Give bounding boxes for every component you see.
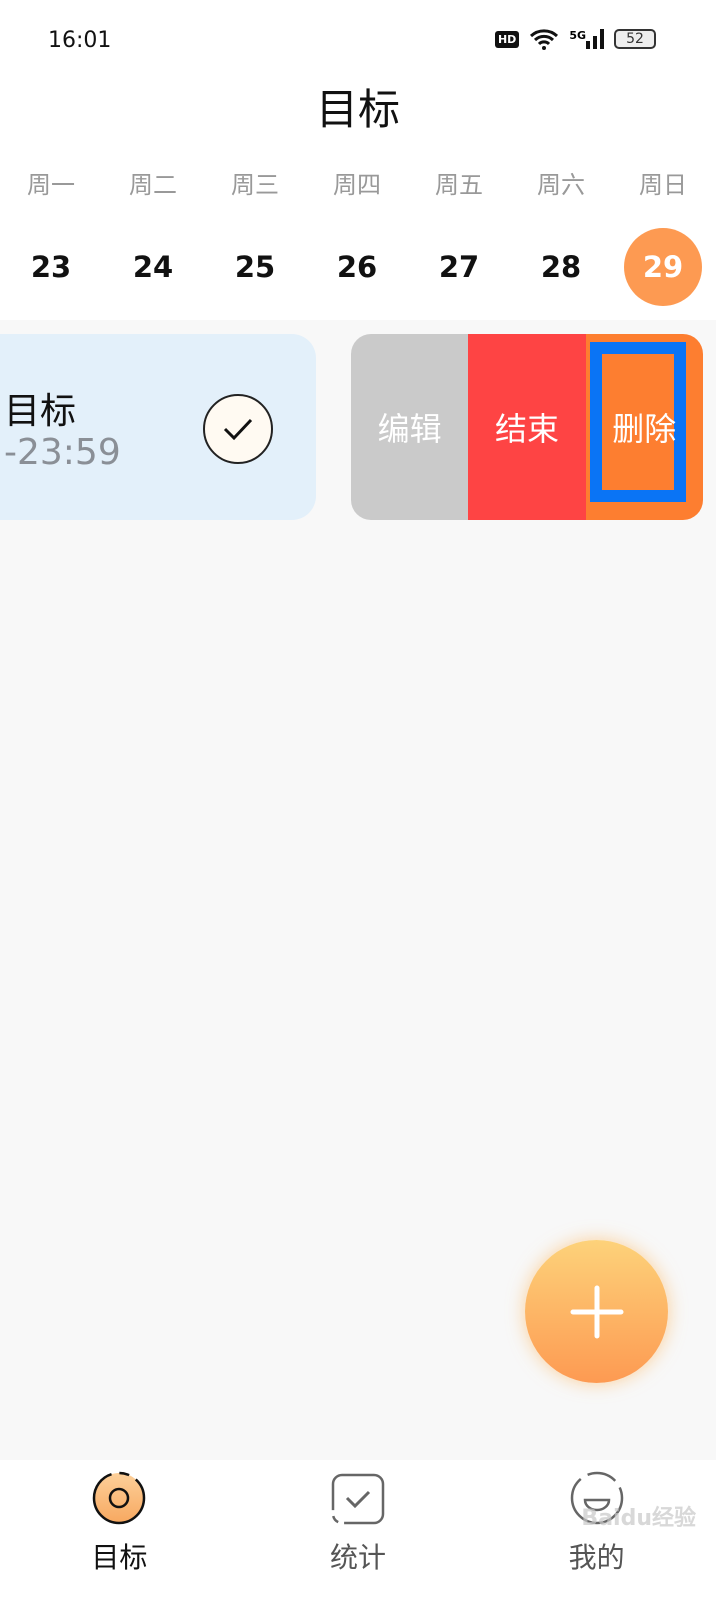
plus-icon — [570, 1285, 623, 1338]
end-label: 结束 — [494, 410, 559, 448]
weekday-label: 周四 — [333, 171, 381, 199]
battery-icon: 52 — [614, 29, 656, 49]
end-button[interactable]: 结束 — [468, 334, 586, 520]
date-item-selected[interactable]: 29 — [612, 228, 714, 306]
delete-label: 删除 — [612, 410, 677, 448]
weekday-label: 周五 — [435, 171, 483, 199]
nav-item-stats[interactable]: 统计 — [239, 1460, 478, 1600]
date-item[interactable]: 28 — [510, 228, 612, 306]
nav-label: 统计 — [330, 1541, 387, 1574]
weekday-label: 周日 — [639, 171, 687, 199]
goal-title: 目标 — [4, 391, 77, 432]
weekday-label: 周二 — [129, 171, 177, 199]
date-item[interactable]: 24 — [102, 228, 204, 306]
network-type: 5G — [569, 29, 586, 42]
wifi-icon — [530, 29, 559, 50]
date-item[interactable]: 27 — [408, 228, 510, 306]
goal-card[interactable]: 目标 -23:59 — [0, 334, 316, 520]
status-time: 16:01 — [48, 28, 112, 53]
status-icons: HD 5G 52 — [494, 28, 656, 50]
date-item[interactable]: 25 — [204, 228, 306, 306]
delete-button[interactable]: 删除 — [585, 334, 703, 520]
edit-button[interactable]: 编辑 — [351, 334, 469, 520]
complete-check-button[interactable] — [203, 394, 273, 464]
goal-time: -23:59 — [4, 432, 121, 473]
target-icon — [93, 1471, 146, 1525]
nav-label: 目标 — [91, 1541, 148, 1574]
weekday-row: 周一 周二 周三 周四 周五 周六 周日 — [0, 165, 716, 200]
date-item[interactable]: 23 — [0, 228, 102, 306]
swipe-actions: 编辑 结束 删除 — [351, 334, 703, 520]
stats-check-icon — [331, 1473, 385, 1525]
add-goal-button[interactable] — [525, 1240, 668, 1383]
hd-icon: HD — [494, 30, 520, 48]
weekday-label: 周六 — [537, 171, 585, 199]
signal-icon: 5G — [569, 29, 604, 49]
selected-date: 29 — [624, 228, 702, 306]
date-row: 23 24 25 26 27 28 29 — [0, 228, 716, 306]
edit-label: 编辑 — [377, 410, 442, 448]
watermark-logo: Baidu经验 — [581, 1506, 696, 1531]
weekday-label: 周三 — [231, 171, 279, 199]
checkmark-icon — [223, 418, 253, 441]
date-item[interactable]: 26 — [306, 228, 408, 306]
nav-label: 我的 — [568, 1541, 625, 1574]
nav-item-goals[interactable]: 目标 — [0, 1460, 239, 1600]
page-title: 目标 — [315, 85, 400, 134]
weekday-label: 周一 — [27, 171, 75, 199]
